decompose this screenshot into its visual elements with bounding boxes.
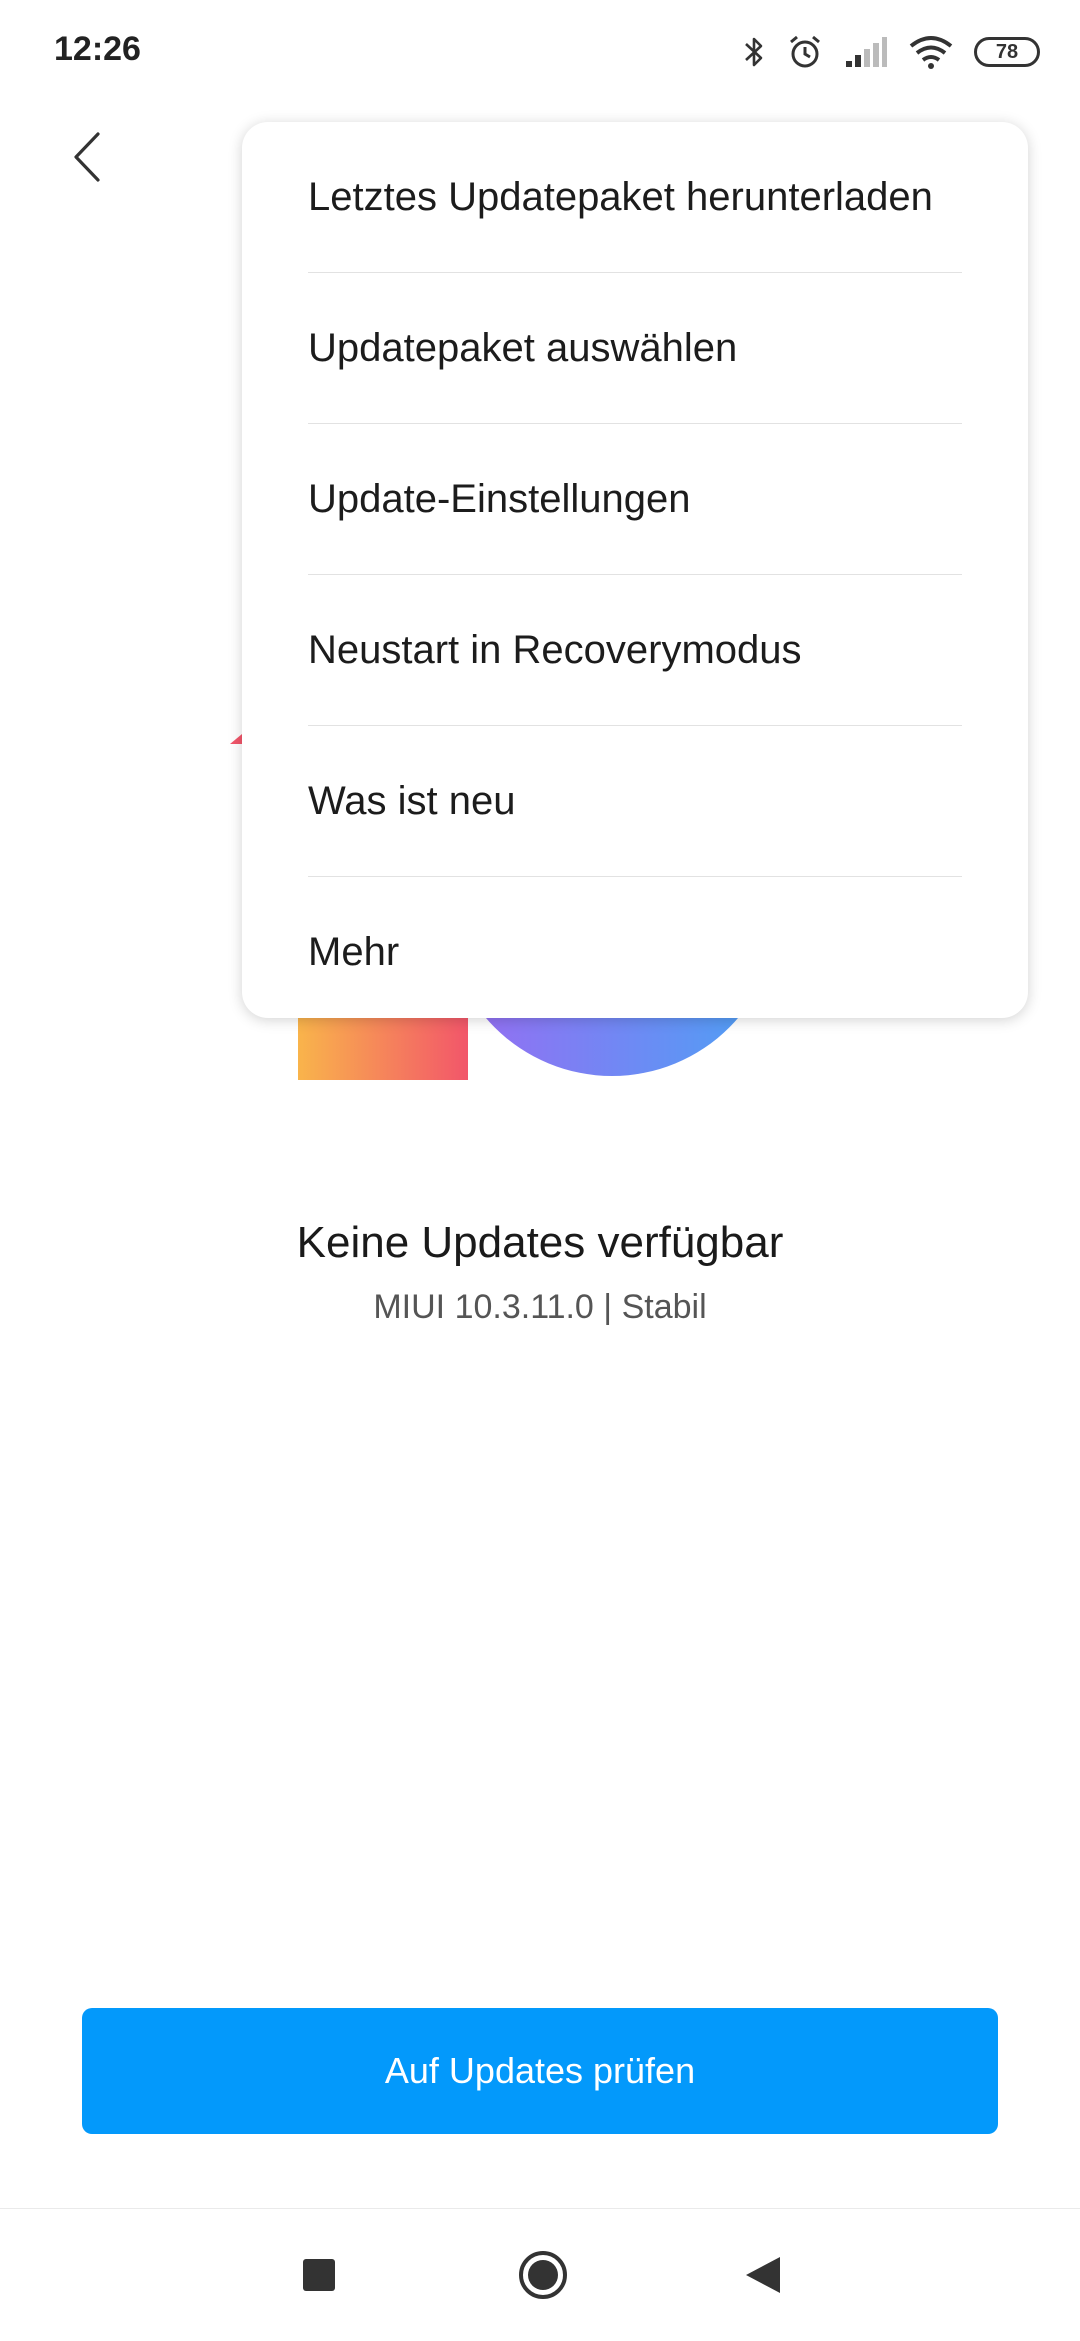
- status-icons: 78: [722, 30, 1040, 74]
- back-button[interactable]: [62, 122, 112, 192]
- bluetooth-icon: [742, 34, 766, 70]
- status-bar: 12:26 78: [0, 0, 1080, 100]
- chevron-left-icon: [74, 132, 100, 182]
- menu-item-whats-new[interactable]: Was ist neu: [308, 726, 962, 877]
- home-icon: [519, 2251, 567, 2299]
- wifi-icon: [908, 34, 954, 70]
- menu-item-choose-package[interactable]: Updatepaket auswählen: [308, 273, 962, 424]
- status-time: 12:26: [54, 30, 141, 68]
- home-button[interactable]: [483, 2209, 603, 2341]
- recents-button[interactable]: [259, 2209, 379, 2341]
- menu-item-reboot-recovery[interactable]: Neustart in Recoverymodus: [308, 575, 962, 726]
- battery-level: 78: [995, 40, 1019, 63]
- battery-icon: 78: [974, 37, 1040, 67]
- update-status-title: Keine Updates verfügbar: [296, 1218, 784, 1267]
- signal-icon: [844, 35, 888, 69]
- menu-item-update-settings[interactable]: Update-Einstellungen: [308, 424, 962, 575]
- recents-icon: [303, 2259, 335, 2291]
- menu-item-more[interactable]: Mehr: [308, 877, 962, 1027]
- overflow-menu: Letztes Updatepaket herunterladen Update…: [242, 122, 1028, 1018]
- menu-item-download-latest[interactable]: Letztes Updatepaket herunterladen: [308, 122, 962, 273]
- navigation-bar: [0, 2208, 1080, 2341]
- back-icon: [746, 2257, 780, 2293]
- check-updates-button[interactable]: Auf Updates prüfen: [82, 2008, 998, 2134]
- alarm-icon: [786, 33, 824, 71]
- nav-back-button[interactable]: [703, 2209, 823, 2341]
- update-status-version: MIUI 10.3.11.0 | Stabil: [373, 1288, 707, 1326]
